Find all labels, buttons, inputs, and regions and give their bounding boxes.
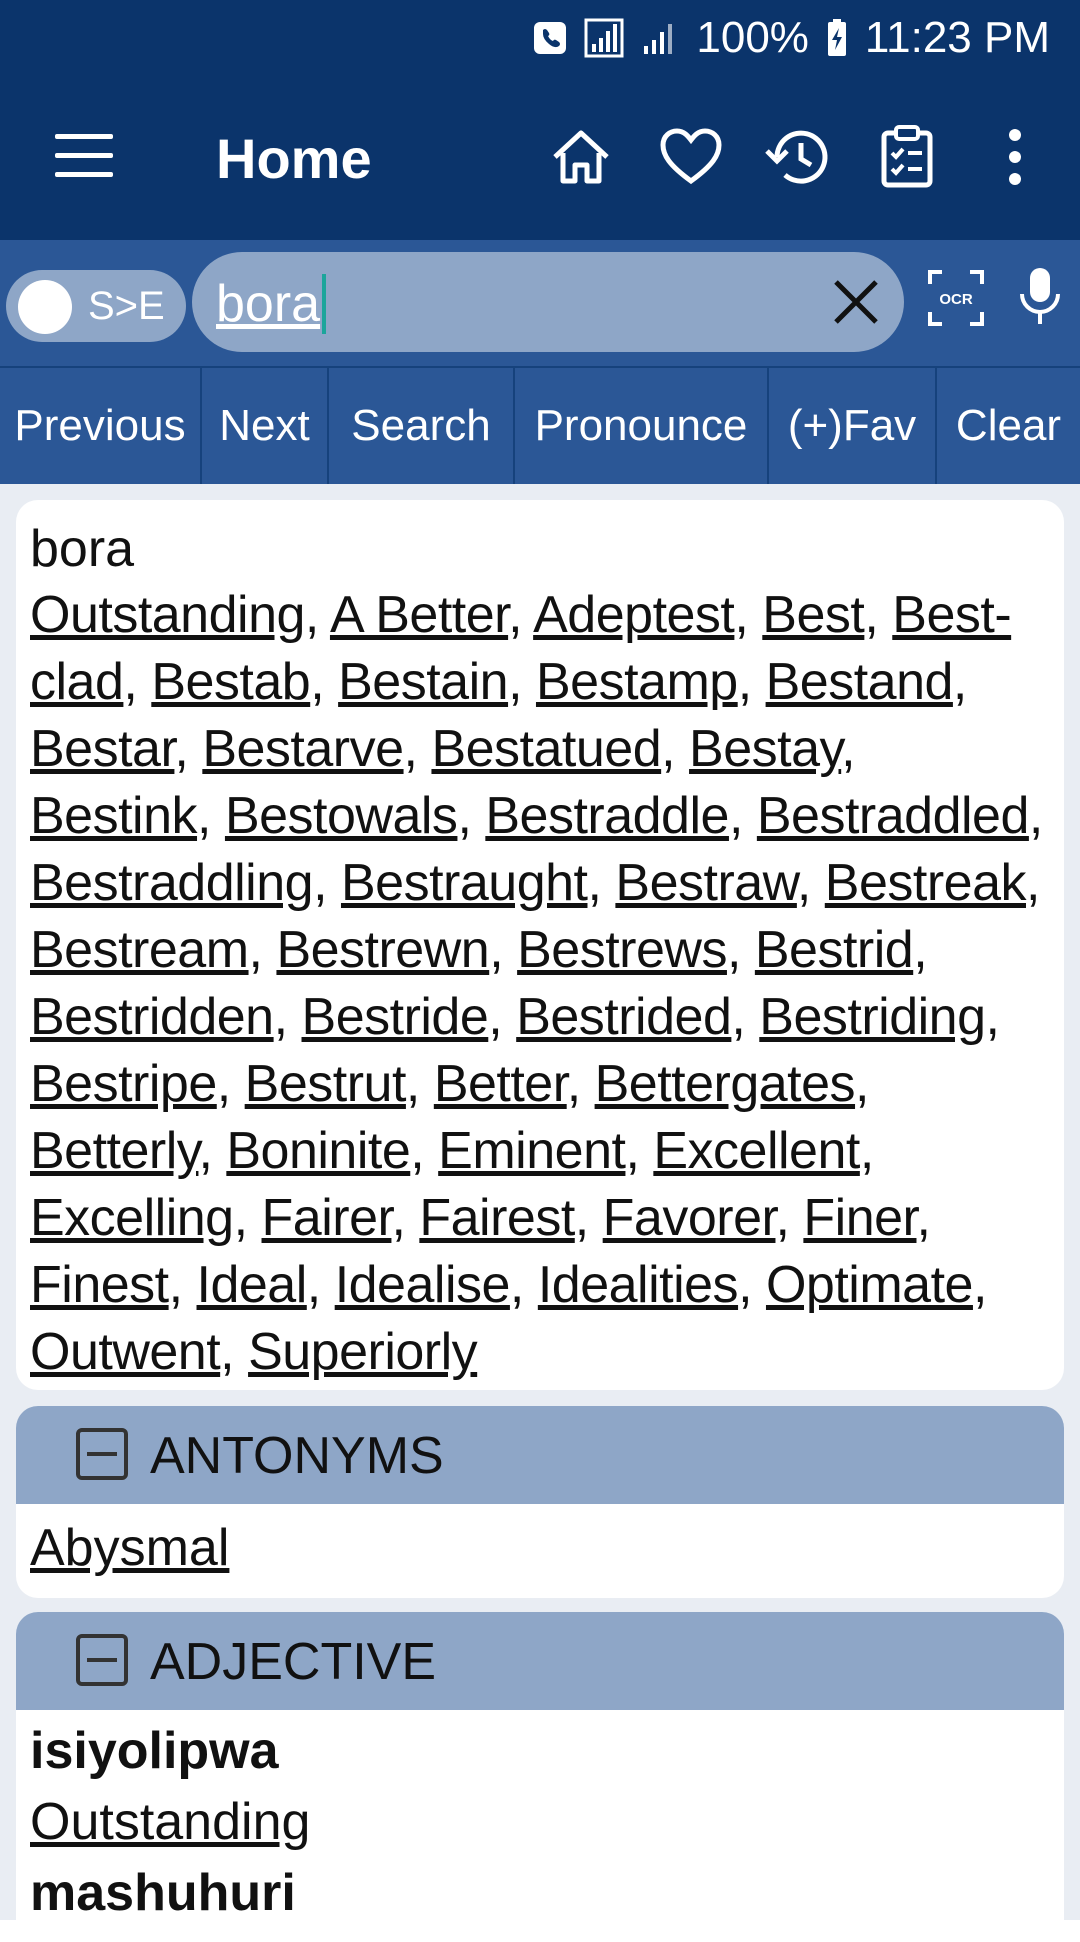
synonym-link[interactable]: Bestrided	[516, 988, 732, 1046]
synonym-link[interactable]: Bestraught	[341, 854, 588, 912]
synonym-list: Outstanding, A Better, Adeptest, Best, B…	[30, 586, 1043, 1381]
synonym-link[interactable]: Bestraw	[615, 854, 797, 912]
synonym-link[interactable]: Bestraddle	[485, 787, 729, 845]
synonym-link[interactable]: Bestab	[151, 653, 310, 711]
synonym-link[interactable]: Idealise	[335, 1256, 511, 1314]
synonym-link[interactable]: Bestream	[30, 921, 249, 979]
collapse-minus-icon[interactable]	[76, 1634, 128, 1686]
synonym-link[interactable]: Superiorly	[248, 1323, 478, 1381]
synonym-link[interactable]: Ideal	[197, 1256, 308, 1314]
synonym-link[interactable]: Finer	[803, 1189, 917, 1247]
synonym-link[interactable]: Outstanding	[30, 586, 305, 644]
synonym-link[interactable]: Bestatued	[431, 720, 661, 778]
synonym-link[interactable]: Adeptest	[533, 586, 735, 644]
synonym-link[interactable]: Fairer	[262, 1189, 392, 1247]
synonym-link[interactable]: Bestain	[338, 653, 508, 711]
synonym-link[interactable]: Bestand	[766, 653, 954, 711]
synonym-link[interactable]: Boninite	[226, 1122, 410, 1180]
next-button[interactable]: Next	[202, 368, 329, 484]
synonym-link[interactable]: Outwent	[30, 1323, 221, 1381]
phone-call-icon	[534, 22, 567, 54]
microphone-icon[interactable]	[1016, 266, 1064, 326]
svg-text:OCR: OCR	[939, 291, 973, 308]
pronounce-button[interactable]: Pronounce	[515, 368, 769, 484]
adjective-section: ADJECTIVE isiyolipwa Outstanding mashuhu…	[16, 1612, 1064, 1942]
synonym-link[interactable]: Bestride	[302, 988, 489, 1046]
ocr-scan-icon[interactable]: OCR	[928, 270, 984, 326]
favorite-heart-icon[interactable]	[656, 122, 726, 192]
clear-button[interactable]: Clear	[937, 368, 1080, 484]
synonym-link[interactable]: Favorer	[603, 1189, 776, 1247]
language-direction-toggle[interactable]: S>E	[6, 270, 186, 342]
synonym-link[interactable]: Better	[434, 1055, 567, 1113]
page-title: Home	[216, 127, 372, 190]
headword: bora	[30, 520, 135, 578]
synonym-link[interactable]: Bestrews	[517, 921, 727, 979]
synonym-link[interactable]: A Better	[330, 586, 509, 644]
section-title: ADJECTIVE	[150, 1633, 437, 1691]
clipboard-checklist-icon[interactable]	[872, 122, 942, 192]
synonym-link[interactable]: Bestrewn	[276, 921, 489, 979]
translation-word: isiyolipwa	[30, 1722, 279, 1780]
antonym-link[interactable]: Abysmal	[30, 1519, 229, 1577]
section-title: ANTONYMS	[150, 1427, 444, 1485]
synonym-link[interactable]: Betterly	[30, 1122, 199, 1180]
translation-word: mashuhuri	[30, 1864, 296, 1922]
synonym-link[interactable]: Finest	[30, 1256, 169, 1314]
signal-icon	[584, 18, 624, 58]
synonym-link[interactable]: Idealities	[538, 1256, 739, 1314]
synonym-link[interactable]: Bestriding	[759, 988, 986, 1046]
synonym-link[interactable]: Bestripe	[30, 1055, 217, 1113]
toggle-label: S>E	[88, 284, 165, 328]
synonym-link[interactable]: Bestay	[689, 720, 842, 778]
synonym-link[interactable]: Eminent	[438, 1122, 626, 1180]
collapse-minus-icon[interactable]	[76, 1428, 128, 1480]
synonym-link[interactable]: Bestraddled	[757, 787, 1030, 845]
synonym-link[interactable]: Excelling	[30, 1189, 234, 1247]
search-input[interactable]: bora	[192, 252, 904, 352]
synonym-link[interactable]: Fairest	[419, 1189, 575, 1247]
adjective-header[interactable]: ADJECTIVE	[16, 1612, 1064, 1710]
synonym-link[interactable]: Bestink	[30, 787, 198, 845]
synonym-link[interactable]: Bestarve	[202, 720, 404, 778]
synonym-link[interactable]: Bestamp	[536, 653, 738, 711]
results-content: bora Outstanding, A Better, Adeptest, Be…	[0, 484, 1080, 1942]
hamburger-menu-icon[interactable]	[55, 134, 113, 178]
antonyms-section: ANTONYMS Abysmal	[16, 1406, 1064, 1598]
synonym-link[interactable]: Bestridden	[30, 988, 274, 1046]
battery-charging-icon	[827, 19, 846, 56]
previous-button[interactable]: Previous	[0, 368, 202, 484]
synonym-link[interactable]: Bettergates	[595, 1055, 856, 1113]
synonym-link[interactable]: Bestrut	[245, 1055, 407, 1113]
synonym-link[interactable]: Bestreak	[825, 854, 1027, 912]
close-icon[interactable]	[828, 274, 884, 330]
app-bar: Home	[0, 76, 1080, 240]
synonym-link[interactable]: Bestraddling	[30, 854, 314, 912]
add-favorite-button[interactable]: (+)Fav	[769, 368, 937, 484]
action-button-bar: Previous Next Search Pronounce (+)Fav Cl…	[0, 366, 1080, 486]
signal-bars-icon	[644, 24, 673, 54]
clock: 11:23 PM	[864, 13, 1050, 62]
entry-card: bora Outstanding, A Better, Adeptest, Be…	[16, 500, 1064, 1390]
search-input-value[interactable]: bora	[216, 274, 327, 334]
battery-percent: 100%	[696, 13, 809, 62]
synonym-link[interactable]: Optimate	[766, 1256, 973, 1314]
meaning-link[interactable]: Outstanding	[30, 1793, 310, 1851]
more-vert-icon[interactable]	[980, 122, 1050, 192]
antonyms-header[interactable]: ANTONYMS	[16, 1406, 1064, 1504]
synonym-link[interactable]: Best	[762, 586, 865, 644]
history-icon[interactable]	[763, 122, 833, 192]
status-bar: 100% 11:23 PM	[0, 0, 1080, 76]
synonym-link[interactable]: Bestar	[30, 720, 175, 778]
toggle-knob	[18, 280, 72, 334]
search-button[interactable]: Search	[329, 368, 515, 484]
synonym-link[interactable]: Bestrid	[755, 921, 914, 979]
search-bar: S>E bora OCR	[0, 240, 1080, 366]
synonym-link[interactable]: Bestowals	[225, 787, 458, 845]
synonym-link[interactable]: Excellent	[653, 1122, 860, 1180]
home-icon[interactable]	[546, 122, 616, 192]
